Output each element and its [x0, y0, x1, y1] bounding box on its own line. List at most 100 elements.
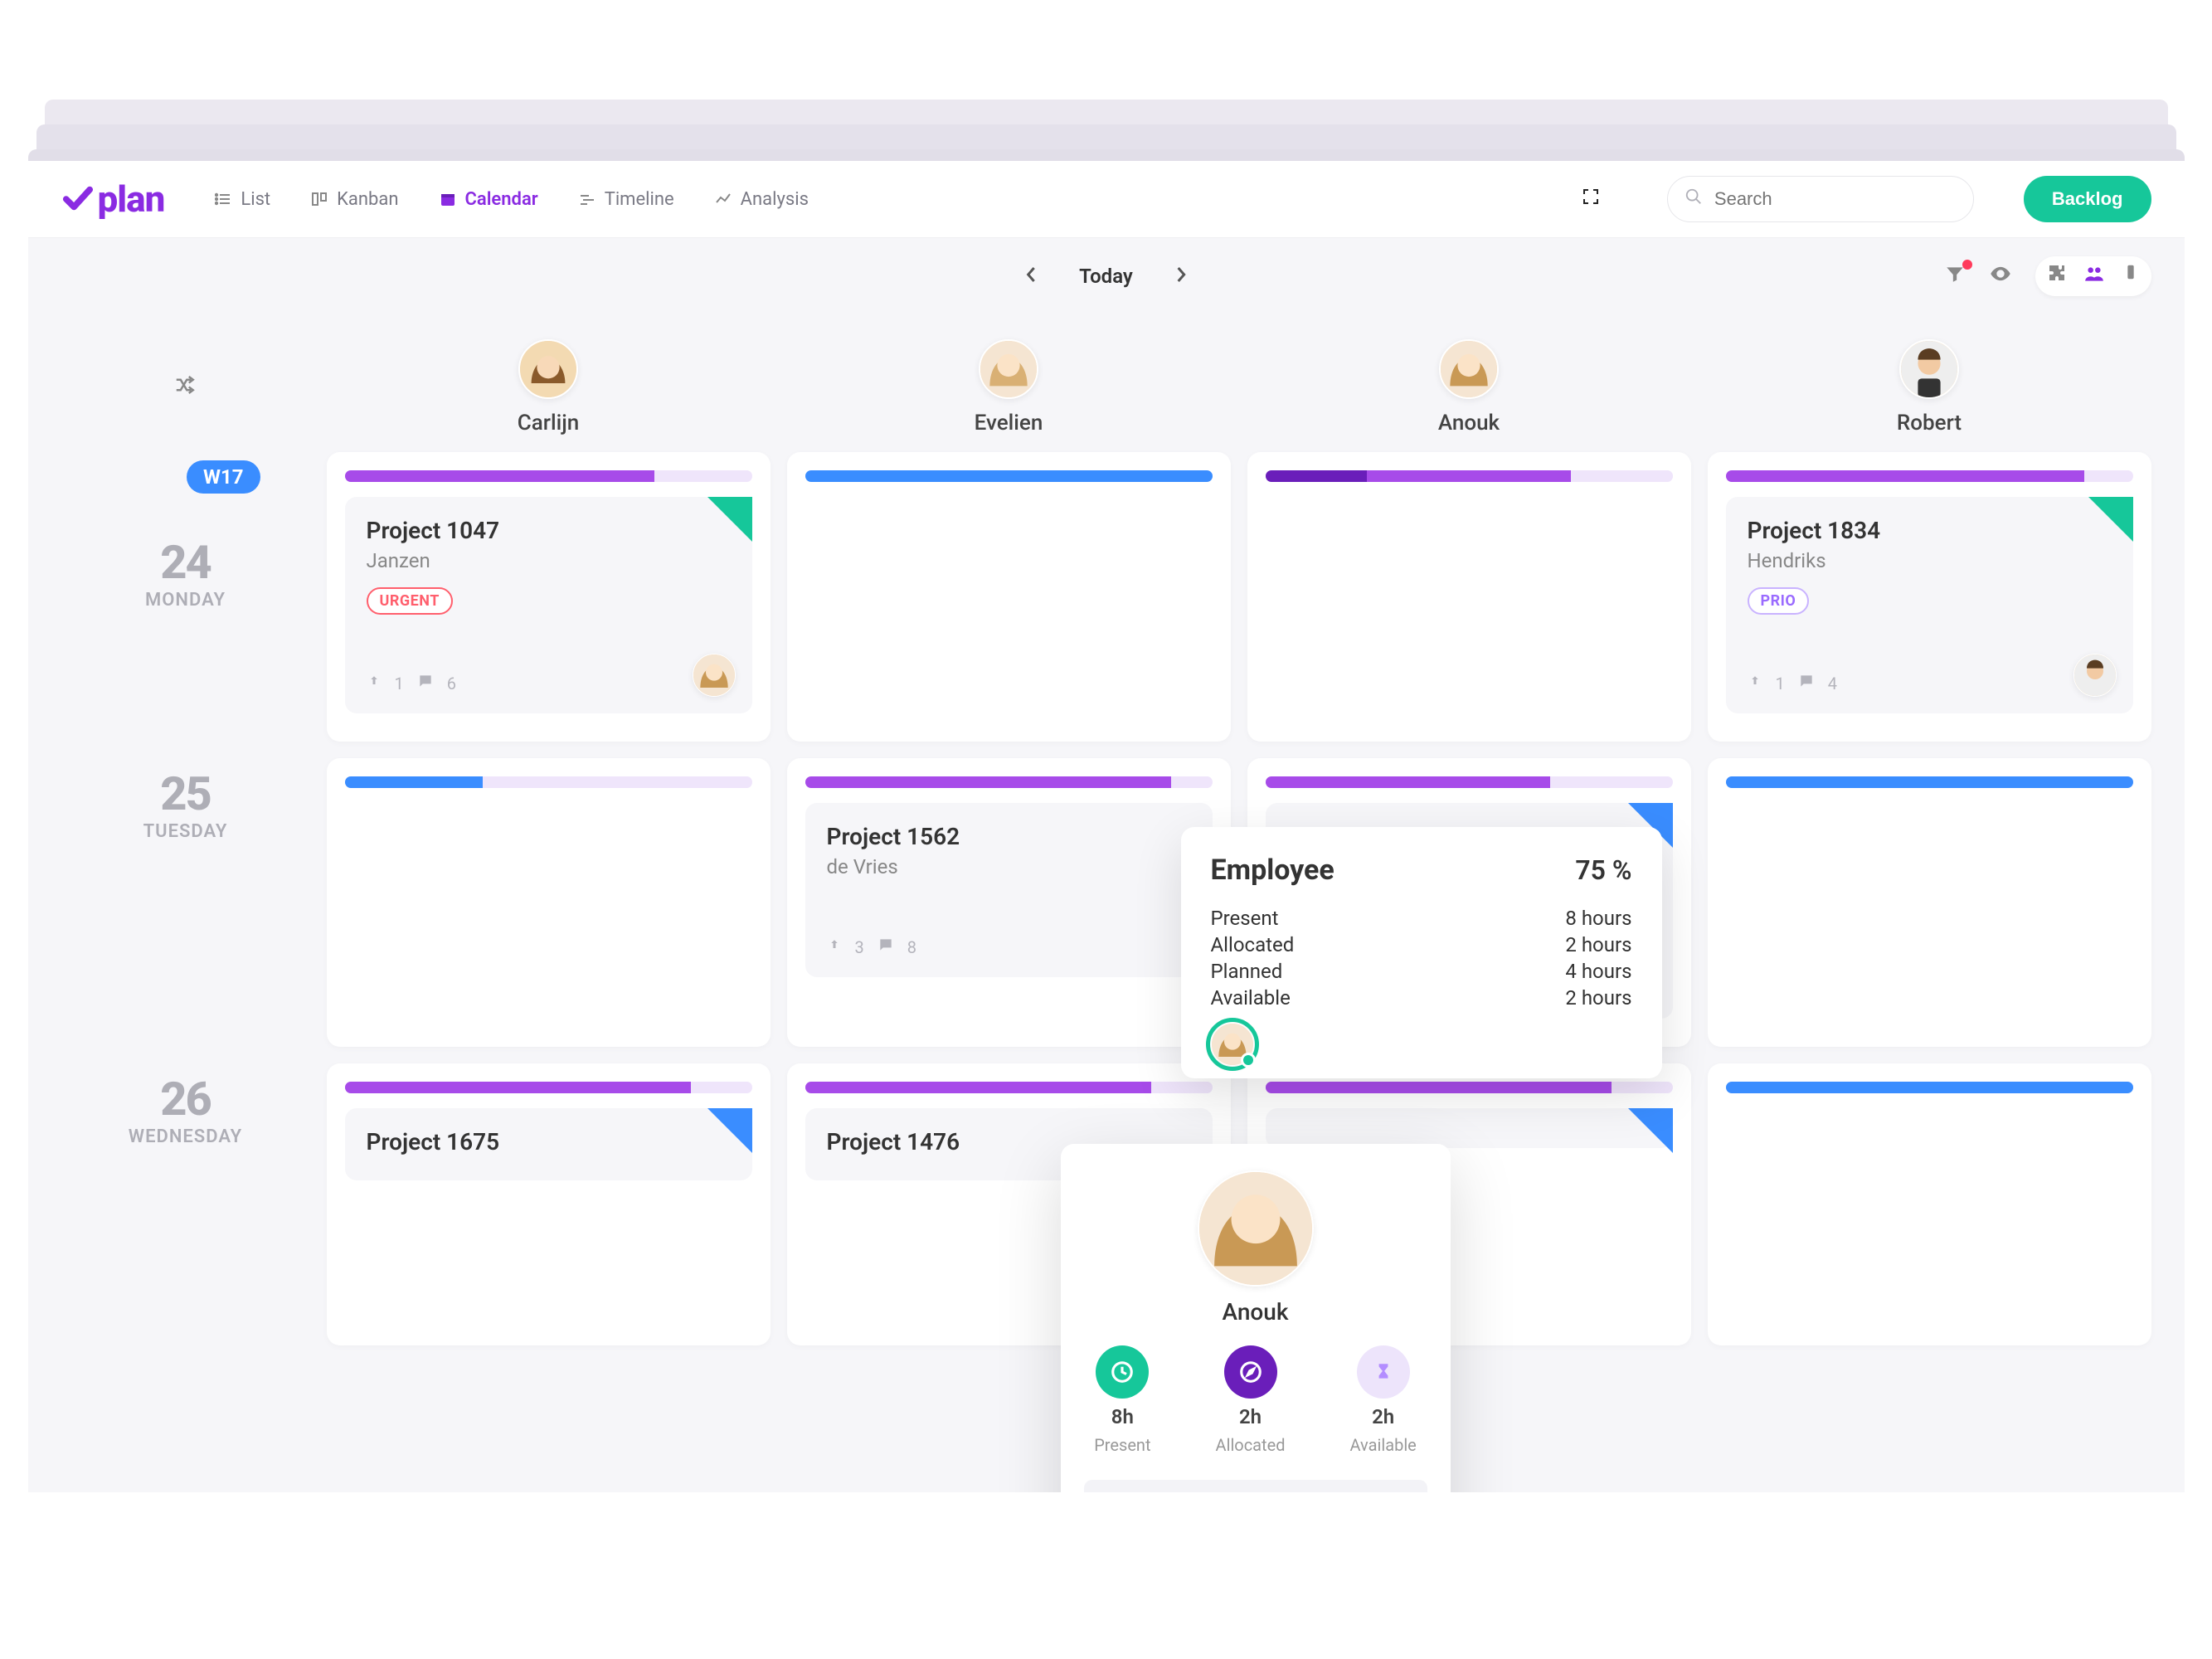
comments-count: 8 — [907, 937, 916, 957]
upload-count: 1 — [395, 674, 404, 693]
metric-available[interactable]: 2h Available — [1350, 1345, 1417, 1455]
title-strip — [28, 149, 2185, 161]
avatar — [979, 339, 1038, 399]
shuffle-icon[interactable] — [173, 372, 198, 403]
today-button[interactable]: Today — [1079, 265, 1133, 288]
view-tabs: List Kanban Calendar Timeline — [214, 189, 809, 210]
clock-icon — [1096, 1345, 1149, 1399]
kanban-icon — [310, 190, 328, 208]
card-tag: PRIO — [1748, 587, 1810, 615]
upload-icon — [827, 937, 842, 957]
card-subtitle: Hendriks — [1748, 549, 2112, 572]
resource-header-carlijn[interactable]: Carlijn — [327, 339, 771, 435]
fullscreen-icon[interactable] — [1581, 187, 1601, 212]
brand-text: plan — [98, 178, 165, 221]
load-bar — [345, 776, 752, 788]
stat-label: Planned — [1211, 960, 1283, 983]
task-card[interactable]: Project 1047 Janzen URGENT 1 6 — [345, 497, 752, 713]
popover-title: Employee — [1211, 854, 1334, 887]
load-bar — [1266, 470, 1673, 482]
task-card[interactable]: Project 1834 Hendriks PRIO 1 4 — [1726, 497, 2133, 713]
tab-list[interactable]: List — [214, 189, 270, 210]
card-title: Project 1562 — [827, 823, 1191, 850]
week-pill[interactable]: W17 — [187, 460, 260, 494]
date-day: TUESDAY — [143, 821, 228, 842]
metric-value: 2h — [1372, 1405, 1394, 1428]
upload-icon — [1748, 674, 1762, 693]
resource-header-evelien[interactable]: Evelien — [787, 339, 1231, 435]
visibility-icon[interactable] — [1989, 262, 2012, 290]
resource-header-robert[interactable]: Robert — [1708, 339, 2151, 435]
calendar-slot[interactable] — [327, 758, 771, 1047]
next-arrow[interactable] — [1174, 265, 1188, 289]
employee-avatar-ring[interactable] — [1211, 1023, 1254, 1066]
people-icon[interactable] — [2083, 263, 2105, 289]
card-title: Project 1047 — [367, 517, 731, 544]
card-subtitle: de Vries — [827, 855, 1191, 878]
prev-arrow[interactable] — [1024, 265, 1038, 289]
tab-label: Timeline — [605, 189, 674, 210]
date-number: 25 — [160, 766, 211, 821]
task-card[interactable]: Project 1675 — [345, 1108, 752, 1180]
card-corner-flag — [1628, 1108, 1673, 1153]
tab-label: Analysis — [741, 189, 809, 210]
view-mode-group — [2035, 256, 2151, 296]
comments-icon — [1798, 673, 1815, 693]
tab-label: Calendar — [465, 189, 538, 210]
upload-icon — [367, 674, 382, 693]
subbar: Today — [28, 238, 2185, 314]
calendar-slot[interactable] — [787, 452, 1231, 742]
metric-present[interactable]: 8h Present — [1094, 1345, 1150, 1455]
search-icon — [1685, 187, 1703, 211]
resource-icon[interactable] — [2122, 263, 2140, 289]
calendar-slot[interactable] — [1708, 1063, 2151, 1345]
stat-value: 2 hours — [1565, 933, 1631, 956]
card-corner-flag — [707, 497, 752, 542]
search-input[interactable] — [1714, 188, 1957, 210]
calendar-slot[interactable]: Project 1047 Janzen URGENT 1 6 — [327, 452, 771, 742]
upload-count: 3 — [855, 937, 864, 957]
tab-calendar[interactable]: Calendar — [439, 189, 538, 210]
brand-logo[interactable]: plan — [61, 178, 165, 221]
calendar-slot[interactable]: Project 1834 Hendriks PRIO 1 4 — [1708, 452, 2151, 742]
puzzle-icon[interactable] — [2047, 263, 2067, 289]
stat-label: Allocated — [1211, 933, 1295, 956]
search-box[interactable] — [1667, 176, 1974, 222]
status-dot — [1241, 1053, 1256, 1068]
deployable-label: Deployable hours — [1099, 1491, 1412, 1492]
task-card[interactable]: Project 1562 de Vries 3 8 — [805, 803, 1213, 977]
backlog-button[interactable]: Backlog — [2024, 176, 2151, 222]
card-corner-flag — [2088, 497, 2133, 542]
topbar: plan List Kanban Calendar — [28, 161, 2185, 238]
calendar-slot[interactable] — [1708, 758, 2151, 1047]
assignee-avatar[interactable] — [693, 654, 736, 697]
stat-value: 4 hours — [1565, 960, 1631, 983]
tab-kanban[interactable]: Kanban — [310, 189, 398, 210]
resource-name: Robert — [1897, 411, 1962, 435]
calendar-icon — [439, 190, 457, 208]
card-corner-flag — [707, 1108, 752, 1153]
resource-name: Evelien — [975, 411, 1043, 435]
assignee-avatar[interactable] — [2073, 654, 2117, 697]
load-bar — [805, 1082, 1213, 1093]
tab-analysis[interactable]: Analysis — [714, 189, 809, 210]
load-bar — [1726, 776, 2133, 788]
task-card[interactable] — [1266, 1108, 1673, 1148]
tab-timeline[interactable]: Timeline — [578, 189, 674, 210]
app-shell: plan List Kanban Calendar — [28, 149, 2185, 1492]
brand-check-icon — [61, 183, 93, 215]
calendar-slot[interactable]: Project 1675 — [327, 1063, 771, 1345]
load-bar — [1266, 776, 1673, 788]
upload-count: 1 — [1776, 674, 1785, 693]
load-bar — [1266, 1082, 1673, 1093]
load-bar — [345, 1082, 752, 1093]
compass-icon — [1224, 1345, 1277, 1399]
calendar-slot[interactable] — [1247, 452, 1691, 742]
comments-count: 4 — [1828, 674, 1837, 693]
popover-percent: 75 % — [1575, 854, 1631, 886]
filter-icon[interactable] — [1944, 263, 1966, 289]
metric-allocated[interactable]: 2h Allocated — [1216, 1345, 1286, 1455]
metric-value: 2h — [1239, 1405, 1262, 1428]
calendar-slot[interactable]: Project 1562 de Vries 3 8 — [787, 758, 1231, 1047]
resource-header-anouk[interactable]: Anouk — [1247, 339, 1691, 435]
